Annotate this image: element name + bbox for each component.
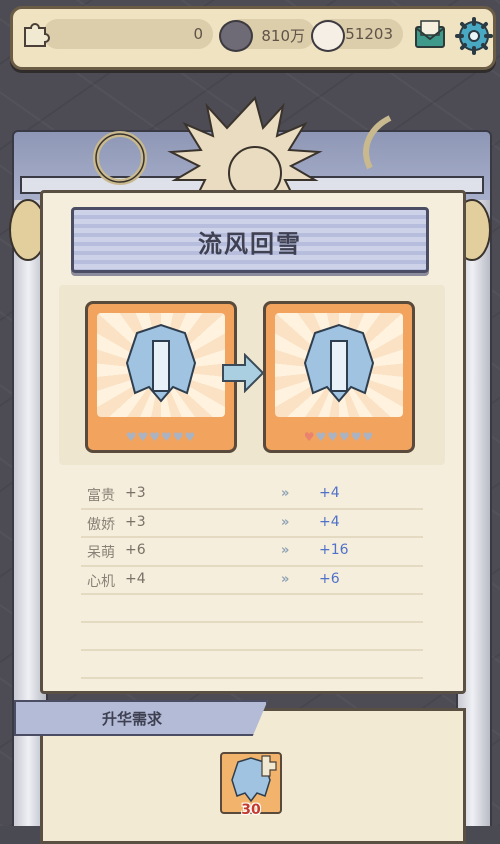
puzzle-count: 0 xyxy=(193,25,203,43)
required-item-count: 30 xyxy=(241,802,261,818)
light-speech-bubble-icon xyxy=(311,20,345,52)
dark-speech-bubble-icon xyxy=(219,20,253,52)
stat-value: +4 xyxy=(125,570,146,587)
settings-gear-icon[interactable] xyxy=(455,17,493,55)
cape-icon xyxy=(303,323,375,403)
currency-b-value: 51203 xyxy=(345,25,393,43)
cape-fragment-icon xyxy=(231,755,277,803)
stat-value: +3 xyxy=(125,485,146,501)
empty-row xyxy=(81,623,423,651)
double-chevron-icon: » xyxy=(281,486,290,501)
empty-row xyxy=(81,595,423,623)
required-item-slot[interactable]: 30 xyxy=(220,752,282,818)
stat-name: 富贵 xyxy=(87,488,115,504)
stat-row: 富贵 +3 » +4 xyxy=(81,481,423,510)
title-banner: 流风回雪 xyxy=(71,207,429,273)
stat-name: 心机 xyxy=(87,573,115,590)
item-title: 流风回雪 xyxy=(198,230,302,258)
double-chevron-icon: » xyxy=(281,571,290,587)
current-item-card[interactable]: ♥♥♥♥♥♥ xyxy=(85,301,237,453)
current-item-face xyxy=(97,313,225,417)
double-chevron-icon: » xyxy=(281,514,290,530)
puzzle-piece-icon[interactable] xyxy=(21,18,53,50)
double-chevron-icon: » xyxy=(281,543,290,558)
current-hearts: ♥♥♥♥♥♥ xyxy=(125,430,197,444)
stat-row: 傲娇 +3 » +4 xyxy=(81,510,423,538)
resource-bar: 0 810万 51203 xyxy=(10,6,496,70)
upgrade-panel: 流风回雪 ♥♥♥♥♥♥ ♥♥♥♥♥♥♥♥♥♥♥♥ 富贵 +3 » +4 xyxy=(40,190,466,694)
stat-new-value: +4 xyxy=(319,513,340,530)
requirement-label: 升华需求 xyxy=(102,710,163,728)
upgraded-item-card[interactable]: ♥♥♥♥♥♥♥♥♥♥♥♥ xyxy=(263,301,415,453)
stats-table: 富贵 +3 » +4 傲娇 +3 » +4 呆萌 +6 » +16 心机 +4 … xyxy=(81,481,423,679)
currency-a-value: 810万 xyxy=(261,27,305,45)
stat-value: +6 xyxy=(125,542,146,558)
upgraded-item-face xyxy=(275,313,403,417)
stat-name: 傲娇 xyxy=(87,516,115,533)
stat-row: 心机 +4 » +6 xyxy=(81,567,423,595)
upgraded-hearts: ♥♥♥♥♥♥♥♥♥♥♥♥ xyxy=(303,430,375,444)
puzzle-counter: 0 xyxy=(43,19,213,49)
upgrade-arrow-icon xyxy=(222,353,265,393)
stat-new-value: +4 xyxy=(319,485,340,501)
stat-name: 呆萌 xyxy=(87,545,115,561)
empty-row xyxy=(81,651,423,679)
stat-new-value: +6 xyxy=(319,570,340,587)
stat-row: 呆萌 +6 » +16 xyxy=(81,538,423,567)
stat-value: +3 xyxy=(125,513,146,530)
stat-new-value: +16 xyxy=(319,542,349,558)
mail-icon[interactable] xyxy=(413,18,447,52)
cape-icon xyxy=(125,323,197,403)
requirement-banner: 升华需求 xyxy=(14,700,268,736)
